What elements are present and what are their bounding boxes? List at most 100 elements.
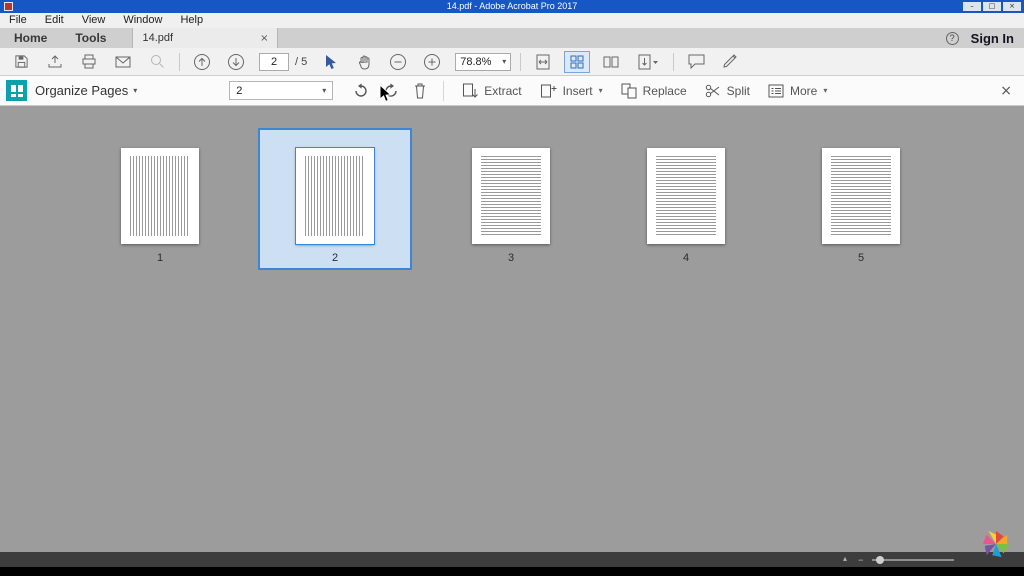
scissors-icon [705, 84, 721, 98]
menu-item-edit[interactable]: Edit [36, 13, 73, 28]
page-thumbnail-3[interactable]: 3 [434, 128, 588, 270]
help-button[interactable]: ? [945, 31, 959, 45]
zoom-level-dropdown[interactable]: 78.8% ▾ [455, 52, 512, 71]
organize-pages-dropdown[interactable]: Organize Pages ▾ [35, 83, 137, 98]
document-tab[interactable]: 14.pdf × [132, 28, 279, 48]
page-range-value: 2 [236, 84, 243, 97]
acrobat-window: 14.pdf - Adobe Acrobat Pro 2017 – □ × Fi… [0, 0, 1024, 576]
share-button[interactable] [42, 51, 68, 73]
replace-icon [621, 83, 637, 99]
zoom-slider-track[interactable] [872, 559, 954, 561]
minimize-button[interactable]: – [963, 2, 981, 11]
split-label: Split [726, 83, 750, 98]
organize-pages-title: Organize Pages [35, 83, 129, 98]
more-button[interactable]: More ▾ [768, 84, 827, 98]
organize-pages-toolbar: Organize Pages ▾ 2 ▾ Extract Insert ▾ Re… [0, 76, 1024, 106]
page-thumbnail-5[interactable]: 5 [784, 128, 938, 270]
page-thumbnail-2-selected[interactable]: 2 [258, 128, 412, 270]
page-3-preview [472, 148, 550, 244]
menu-item-window[interactable]: Window [114, 13, 171, 28]
zoom-slider-handle[interactable] [876, 556, 884, 564]
comment-button[interactable] [683, 51, 709, 73]
zoom-in-icon [423, 53, 441, 71]
extract-label: Extract [484, 83, 522, 98]
more-icon [768, 84, 784, 98]
page-range-combobox[interactable]: 2 ▾ [229, 81, 334, 100]
page-4-text-lines [656, 156, 716, 236]
page-number-input[interactable]: 2 [259, 52, 289, 71]
page-4-number: 4 [682, 252, 690, 264]
rotate-ccw-icon [353, 82, 369, 99]
page-1-text-lines [130, 156, 190, 236]
page-5-preview [822, 148, 900, 244]
print-button[interactable] [76, 51, 102, 73]
tab-bar: Home Tools 14.pdf × ? Sign In [0, 28, 1024, 48]
extract-button[interactable]: Extract [462, 83, 522, 99]
previous-page-icon [193, 53, 211, 71]
insert-button[interactable]: Insert ▾ [540, 83, 603, 99]
organize-pages-panel-button[interactable] [6, 80, 27, 101]
chevron-up-icon[interactable]: ▴ [843, 554, 847, 564]
page-thumbnail-1[interactable]: 1 [83, 128, 237, 270]
page-5-number: 5 [857, 252, 865, 264]
zoom-out-button[interactable] [385, 51, 411, 73]
page-1-number: 1 [156, 252, 164, 264]
tab-home[interactable]: Home [0, 28, 61, 48]
scrolling-view-icon [638, 54, 659, 70]
page-thumbnails-view-button[interactable] [564, 50, 591, 73]
save-button[interactable] [8, 51, 34, 73]
tab-tools[interactable]: Tools [61, 28, 120, 48]
zoom-in-button[interactable] [419, 51, 445, 73]
split-button[interactable]: Split [705, 84, 750, 98]
pen-button[interactable] [717, 51, 743, 73]
maximize-button[interactable]: □ [983, 2, 1001, 11]
previous-page-button[interactable] [189, 51, 215, 73]
page-3-number: 3 [507, 252, 515, 264]
menu-item-view[interactable]: View [73, 13, 115, 28]
zoom-out-icon [389, 53, 407, 71]
two-page-view-button[interactable] [598, 51, 624, 73]
window-title: 14.pdf - Adobe Acrobat Pro 2017 [446, 1, 578, 11]
email-icon [115, 56, 131, 68]
chevron-down-icon: ▾ [133, 86, 138, 95]
page-5-text-lines [831, 156, 891, 236]
menu-bar: File Edit View Window Help [0, 13, 1024, 28]
fit-page-icon [536, 54, 550, 70]
zoom-slider-minus-icon[interactable]: – [858, 553, 864, 566]
sign-in-button[interactable]: Sign In [971, 31, 1014, 46]
close-organize-icon[interactable]: × [1000, 83, 1012, 99]
close-button[interactable]: × [1003, 2, 1021, 11]
page-3-text-lines [481, 156, 541, 236]
toolbar-separator [520, 52, 522, 71]
next-page-button[interactable] [223, 51, 249, 73]
chevron-down-icon: ▾ [823, 86, 828, 95]
toolbar-separator [673, 52, 675, 71]
chevron-down-icon: ▾ [502, 57, 507, 66]
rotate-counterclockwise-button[interactable] [353, 82, 369, 99]
page-2-number: 2 [331, 252, 339, 264]
letterbox-bottom [0, 567, 1024, 576]
page-4-preview [647, 148, 725, 244]
delete-pages-button[interactable] [413, 82, 427, 99]
select-tool-button[interactable] [317, 51, 343, 73]
save-icon [14, 54, 29, 69]
trash-icon [413, 82, 427, 99]
toolbar-separator [179, 52, 180, 71]
scrolling-view-button[interactable] [632, 51, 664, 73]
menu-item-file[interactable]: File [0, 13, 36, 28]
hand-tool-button[interactable] [351, 51, 377, 73]
title-bar: 14.pdf - Adobe Acrobat Pro 2017 – □ × [0, 0, 1024, 13]
page-thumbnail-4[interactable]: 4 [609, 128, 763, 270]
chevron-down-icon: ▾ [322, 86, 327, 95]
menu-item-help[interactable]: Help [171, 13, 212, 28]
page-thumbnails-icon [570, 55, 584, 69]
document-tab-close-icon[interactable]: × [260, 33, 268, 44]
chevron-down-icon: ▾ [598, 86, 603, 95]
fit-page-button[interactable] [530, 51, 556, 73]
select-tool-icon [324, 54, 337, 70]
insert-label: Insert [562, 83, 593, 98]
search-button[interactable] [144, 51, 170, 73]
replace-button[interactable]: Replace [621, 83, 687, 99]
thumbnail-canvas: 1 2 3 4 5 [0, 106, 1024, 552]
email-button[interactable] [110, 51, 136, 73]
